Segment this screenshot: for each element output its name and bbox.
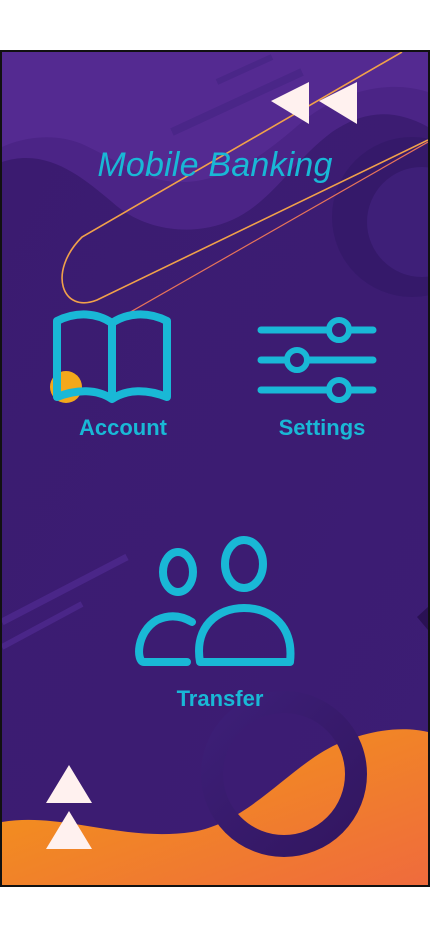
account-label: Account (79, 415, 167, 440)
app-title: Mobile Banking (97, 146, 333, 184)
double-triangle-up-icon (46, 765, 92, 849)
app-frame: Mobile Banking Account Settings Transfer (0, 50, 430, 887)
scroll-up-button[interactable] (46, 765, 92, 851)
account-button[interactable]: Account (47, 307, 197, 447)
back-button[interactable] (267, 82, 359, 128)
double-triangle-left-icon (271, 82, 357, 124)
transfer-button[interactable]: Transfer (132, 532, 302, 712)
transfer-label: Transfer (176, 686, 264, 711)
settings-button[interactable]: Settings (257, 314, 387, 449)
sliders-icon (257, 314, 377, 404)
users-icon (132, 532, 302, 672)
open-book-icon (47, 307, 177, 407)
settings-label: Settings (278, 415, 366, 440)
